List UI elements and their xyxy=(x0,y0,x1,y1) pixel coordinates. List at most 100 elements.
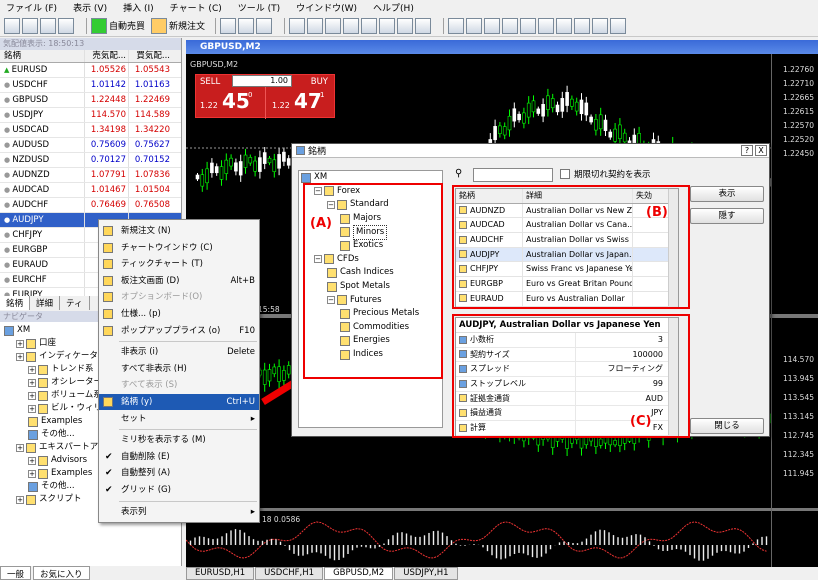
periods-icon[interactable] xyxy=(397,17,414,34)
chart-shift-icon[interactable] xyxy=(361,17,378,34)
market-watch-row[interactable]: ● USDCAD 1.34198 1.34220 xyxy=(0,123,181,138)
chart-tab[interactable]: GBPUSD,M2 xyxy=(324,567,394,580)
col-bid[interactable]: 売気配... xyxy=(84,50,128,62)
context-menu-item[interactable]: ティックチャート (T) xyxy=(99,256,259,272)
market-watch-row[interactable]: ● USDJPY 114.570 114.589 xyxy=(0,108,181,123)
cursor-icon[interactable] xyxy=(448,17,465,34)
context-menu-item[interactable]: ✔ 自動整列 (A) xyxy=(99,465,259,481)
vertical-line-icon[interactable] xyxy=(484,17,501,34)
trendline-icon[interactable] xyxy=(520,17,537,34)
context-menu-item[interactable]: オプションボード(O) xyxy=(99,289,259,305)
label-icon[interactable] xyxy=(592,17,609,34)
expand-icon[interactable]: + xyxy=(28,391,36,400)
col-symbol[interactable]: 銘柄 xyxy=(0,50,84,62)
new-order-button[interactable]: 新規注文 xyxy=(151,17,205,35)
context-menu-item[interactable]: ミリ秒を表示する (M) xyxy=(99,432,259,448)
market-watch-row[interactable]: ▲ EURUSD 1.05526 1.05543 xyxy=(0,63,181,78)
horizontal-line-icon[interactable] xyxy=(502,17,519,34)
pane-divider[interactable] xyxy=(186,508,818,511)
context-menu-item[interactable]: 非表示 (i) Delete xyxy=(99,344,259,360)
market-watch-row[interactable]: ● AUDNZD 1.07791 1.07836 xyxy=(0,168,181,183)
expand-icon[interactable]: + xyxy=(28,469,36,478)
auto-trade-button[interactable]: 自動売買 xyxy=(91,17,145,35)
expand-icon[interactable]: + xyxy=(28,404,36,413)
context-menu-item[interactable]: ✔ グリッド (G) xyxy=(99,482,259,498)
market-watch-row[interactable]: ● AUDCAD 1.01467 1.01504 xyxy=(0,183,181,198)
menu-item[interactable]: ウインドウ(W) xyxy=(296,1,357,14)
expand-icon[interactable]: + xyxy=(16,339,24,348)
search-input[interactable] xyxy=(473,168,553,182)
channel-icon[interactable] xyxy=(538,17,555,34)
fibonacci-icon[interactable] xyxy=(556,17,573,34)
profiles-icon[interactable] xyxy=(22,17,38,34)
tile-icon[interactable] xyxy=(325,17,342,34)
text-icon[interactable] xyxy=(574,17,591,34)
navigator-icon[interactable] xyxy=(58,17,74,34)
market-watch-row[interactable]: ● GBPUSD 1.22448 1.22469 xyxy=(0,93,181,108)
expand-icon[interactable]: + xyxy=(28,365,36,374)
hide-button[interactable]: 隠す xyxy=(690,208,764,224)
chart-tab[interactable]: USDCHF,H1 xyxy=(255,567,324,580)
context-menu-item[interactable]: 新規注文 (N) xyxy=(99,223,259,239)
crosshair-icon[interactable] xyxy=(466,17,483,34)
server-icon xyxy=(301,172,311,183)
market-watch-row[interactable]: ● AUDCHF 0.76469 0.76508 xyxy=(0,198,181,213)
menu-item[interactable]: ツール (T) xyxy=(238,1,280,14)
context-menu-item[interactable]: ✔ 自動削除 (E) xyxy=(99,449,259,465)
chart-tab[interactable]: USDJPY,H1 xyxy=(394,567,458,580)
candle-body xyxy=(574,101,579,112)
menu-item[interactable]: 表示 (V) xyxy=(73,1,107,14)
close-button[interactable]: X xyxy=(755,145,767,156)
chart-tab[interactable]: EURUSD,H1 xyxy=(186,567,255,580)
expand-icon[interactable]: + xyxy=(28,378,36,387)
menu-item[interactable]: チャート (C) xyxy=(170,1,222,14)
show-button[interactable]: 表示 xyxy=(690,186,764,202)
context-menu-item[interactable]: セット ▸ xyxy=(99,411,259,427)
help-button[interactable]: ? xyxy=(741,145,753,156)
bar-chart-icon[interactable] xyxy=(220,17,237,34)
market-watch-row[interactable]: ● AUDUSD 0.75609 0.75627 xyxy=(0,138,181,153)
menu-item[interactable]: ヘルプ(H) xyxy=(373,1,414,14)
expand-icon[interactable]: + xyxy=(16,352,24,361)
col-ask[interactable]: 買気配... xyxy=(128,50,172,62)
market-watch-row[interactable]: ● NZDUSD 0.70127 0.70152 xyxy=(0,153,181,168)
tab-symbols[interactable]: 銘柄 xyxy=(0,296,31,310)
menu-item-icon xyxy=(103,309,113,319)
context-menu-item[interactable]: ポップアッププライス (o) F10 xyxy=(99,323,259,339)
context-menu-item[interactable]: 仕様... (p) xyxy=(99,306,259,322)
context-menu-item[interactable]: すべて非表示 (H) xyxy=(99,361,259,377)
lot-size-input[interactable]: 1.00 xyxy=(232,75,292,87)
annotation-label-b: (B) xyxy=(646,205,668,220)
close-dialog-button[interactable]: 閉じる xyxy=(690,418,764,434)
new-chart-icon[interactable] xyxy=(4,17,20,34)
tab-favorites[interactable]: お気に入り xyxy=(33,566,90,580)
shapes-icon[interactable] xyxy=(610,17,627,34)
context-menu-item[interactable]: 銘柄 (y) Ctrl+U xyxy=(99,394,259,410)
market-watch-row[interactable]: ● USDCHF 1.01142 1.01163 xyxy=(0,78,181,93)
context-menu-item[interactable]: チャートウインドウ (C) xyxy=(99,240,259,256)
templates-icon[interactable] xyxy=(415,17,432,34)
expired-checkbox[interactable] xyxy=(560,169,570,179)
candle-body xyxy=(277,154,281,169)
tab-details[interactable]: 詳細 xyxy=(30,296,61,310)
market-watch-icon[interactable] xyxy=(40,17,56,34)
tab-tick[interactable]: ティ xyxy=(60,296,90,310)
autoscroll-icon[interactable] xyxy=(343,17,360,34)
context-menu-item[interactable]: 表示列 ▸ xyxy=(99,504,259,520)
candle-body xyxy=(526,102,531,118)
context-menu-item[interactable]: 板注文画面 (D) Alt+B xyxy=(99,273,259,289)
expand-icon[interactable]: + xyxy=(16,443,24,452)
expand-icon[interactable]: + xyxy=(28,456,36,465)
expand-icon[interactable]: + xyxy=(16,495,24,504)
tab-general[interactable]: 一般 xyxy=(0,566,32,580)
symbol-cell: ● EURCHF xyxy=(4,275,47,285)
candlestick-icon[interactable] xyxy=(238,17,255,34)
indicators-icon[interactable] xyxy=(379,17,396,34)
line-chart-icon[interactable] xyxy=(256,17,273,34)
candle-body xyxy=(589,116,593,123)
context-menu-item[interactable]: すべて表示 (S) xyxy=(99,377,259,393)
menu-item[interactable]: 挿入 (I) xyxy=(123,1,154,14)
menu-item[interactable]: ファイル (F) xyxy=(6,1,57,14)
zoom-in-icon[interactable] xyxy=(289,17,306,34)
zoom-out-icon[interactable] xyxy=(307,17,324,34)
